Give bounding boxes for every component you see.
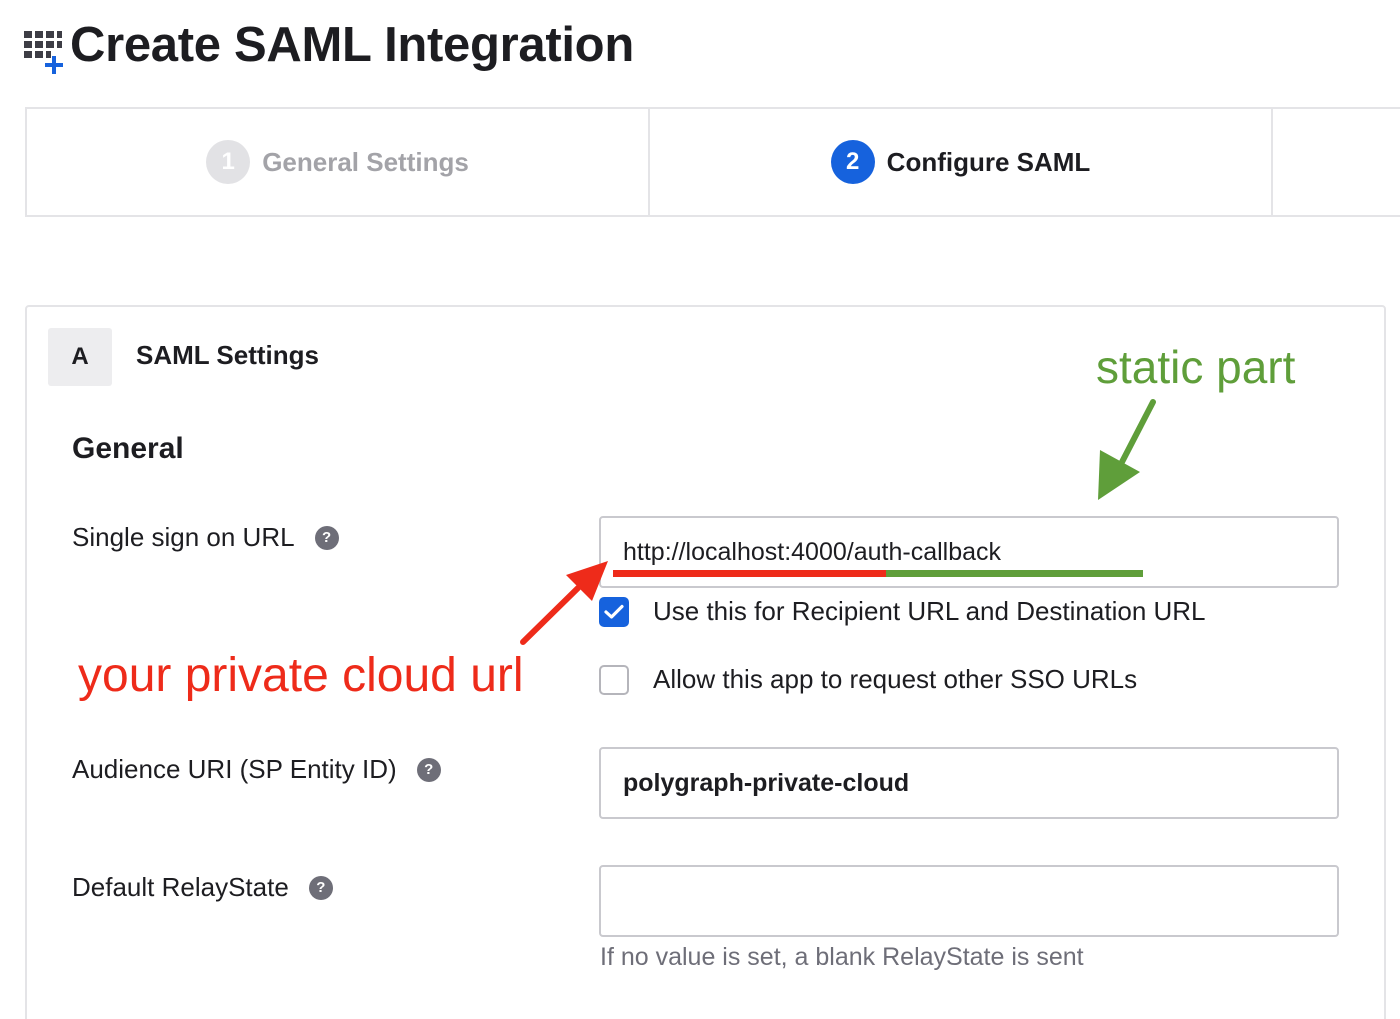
recipient-url-checkbox-row[interactable]: Use this for Recipient URL and Destinati… (599, 596, 1206, 627)
section-badge: A (48, 328, 112, 386)
step-label: Configure SAML (886, 146, 1091, 177)
group-title: General (72, 432, 184, 465)
relay-state-hint: If no value is set, a blank RelayState i… (600, 943, 1084, 971)
other-sso-checkbox-row[interactable]: Allow this app to request other SSO URLs (599, 664, 1137, 695)
check-icon (604, 604, 624, 619)
grid-plus-icon (22, 25, 68, 74)
step-configure-saml[interactable]: 2 Configure SAML (650, 109, 1273, 215)
other-sso-checkbox-label: Allow this app to request other SSO URLs (653, 664, 1138, 694)
audience-uri-label-text: Audience URI (SP Entity ID) (72, 754, 397, 784)
sso-url-input[interactable] (599, 516, 1339, 588)
sso-url-label-text: Single sign on URL (72, 522, 295, 552)
audience-uri-label: Audience URI (SP Entity ID) ? (72, 754, 441, 785)
help-icon[interactable]: ? (314, 525, 339, 550)
annotation-static-part: static part (1096, 341, 1296, 393)
audience-uri-input[interactable] (599, 747, 1339, 819)
step-general-settings[interactable]: 1 General Settings (27, 109, 650, 215)
page-header: Create SAML Integration (22, 14, 634, 76)
relay-state-label: Default RelayState ? (72, 872, 333, 903)
recipient-url-checkbox[interactable] (599, 596, 629, 627)
help-icon[interactable]: ? (308, 875, 333, 900)
relay-state-input[interactable] (599, 865, 1339, 937)
step-number: 2 (830, 140, 875, 184)
wizard-stepper: 1 General Settings 2 Configure SAML (25, 107, 1400, 217)
step-number: 1 (206, 140, 251, 184)
other-sso-checkbox[interactable] (599, 664, 629, 695)
page-title: Create SAML Integration (70, 18, 634, 72)
page: Create SAML Integration 1 General Settin… (0, 0, 1400, 1019)
recipient-url-checkbox-label: Use this for Recipient URL and Destinati… (653, 596, 1206, 626)
section-title: SAML Settings (136, 340, 319, 370)
help-icon[interactable]: ? (416, 757, 441, 782)
annotation-private-cloud-url: your private cloud url (78, 649, 524, 702)
relay-state-label-text: Default RelayState (72, 872, 289, 902)
sso-url-label: Single sign on URL ? (72, 522, 339, 553)
step-label: General Settings (262, 146, 469, 177)
